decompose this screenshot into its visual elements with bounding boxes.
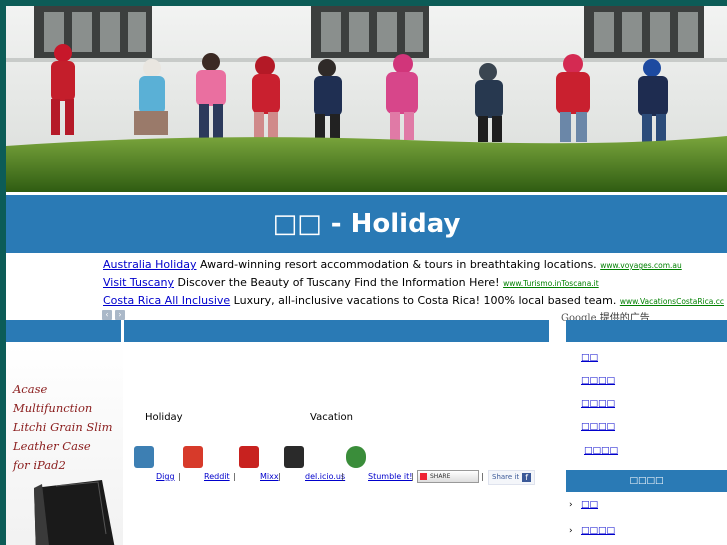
keyword-link[interactable]: Vacation	[310, 412, 353, 423]
ad-item: Costa Rica All Inclusive Luxury, all-inc…	[103, 292, 724, 310]
sidebar-nav-item[interactable]: □□□□	[581, 422, 615, 432]
product-line: Litchi Grain Slim	[13, 420, 113, 434]
product-line: Acase Multifunction	[13, 382, 93, 415]
product-line: Leather Case	[13, 439, 91, 453]
separator: |	[411, 472, 414, 481]
digg-icon[interactable]	[134, 446, 154, 468]
ad-item: Australia Holiday Award-winning resort a…	[103, 256, 682, 274]
mixx-icon[interactable]	[239, 446, 259, 468]
ipad-case-image	[34, 480, 115, 545]
sidebar-list-item[interactable]: □□	[581, 500, 598, 510]
ad-link[interactable]: Australia Holiday	[103, 258, 197, 271]
facebook-share-button[interactable]: Share it f	[488, 470, 536, 485]
sidebar-nav-item[interactable]: □□□□	[581, 399, 615, 409]
sidebar-list-item[interactable]: □□□□	[581, 526, 615, 536]
page-container: □□ - Holiday Australia Holiday Award-win…	[6, 6, 727, 545]
ad-text: Luxury, all-inclusive vacations to Costa…	[233, 294, 617, 307]
reddit-icon[interactable]	[183, 446, 203, 468]
product-ad-text: Acase Multifunction Litchi Grain Slim Le…	[13, 380, 123, 475]
product-ad[interactable]: Acase Multifunction Litchi Grain Slim Le…	[6, 344, 123, 545]
sidebar-section-header: □□□□	[566, 470, 727, 492]
ad-prev-button[interactable]: ‹	[102, 310, 112, 320]
ad-next-button[interactable]: ›	[115, 310, 125, 320]
separator: |	[278, 472, 281, 481]
left-column-header	[6, 320, 121, 342]
ad-list: Australia Holiday Award-winning resort a…	[103, 256, 724, 310]
sidebar-nav-item[interactable]: □□□□	[581, 376, 615, 386]
digg-link[interactable]: Digg	[156, 472, 175, 481]
delicious-icon[interactable]	[284, 446, 304, 468]
separator: |	[341, 472, 344, 481]
main-content: Holiday Vacation Digg | Reddit | Mixx | …	[124, 344, 554, 545]
ad-url[interactable]: www.VacationsCostaRica.cc	[620, 297, 724, 306]
sidebar-header-bar	[566, 320, 727, 342]
ad-pager: ‹ ›	[102, 310, 125, 320]
right-sidebar: □□ □□□□ □□□□ □□□□ □□□□ □□□□ › □□ › □□□□	[566, 342, 727, 545]
stumbleupon-icon[interactable]	[346, 446, 366, 468]
ad-link[interactable]: Visit Tuscany	[103, 276, 174, 289]
delicious-link[interactable]: del.icio.us	[305, 472, 345, 481]
sidebar-nav-item[interactable]: □□□□	[584, 446, 618, 456]
banner-photo	[6, 6, 727, 192]
ad-link[interactable]: Costa Rica All Inclusive	[103, 294, 230, 307]
content-header	[124, 320, 549, 342]
separator: |	[233, 472, 236, 481]
bullet-arrow-icon: ›	[569, 500, 573, 510]
addthis-plus-icon	[420, 473, 427, 480]
ad-item: Visit Tuscany Discover the Beauty of Tus…	[103, 274, 643, 292]
product-line: for iPad2	[13, 458, 66, 472]
ad-url[interactable]: www.Turismo.inToscana.it	[503, 279, 599, 288]
facebook-icon: f	[522, 473, 532, 482]
reddit-link[interactable]: Reddit	[204, 472, 230, 481]
separator: |	[481, 472, 484, 481]
ad-url[interactable]: www.voyages.com.au	[600, 261, 682, 270]
ad-text: Award-winning resort accommodation & tou…	[200, 258, 597, 271]
social-share-bar: Digg | Reddit | Mixx | del.icio.us | Stu…	[134, 446, 554, 486]
bullet-arrow-icon: ›	[569, 526, 573, 536]
keyword-link[interactable]: Holiday	[145, 412, 183, 423]
separator: |	[178, 472, 181, 481]
page-title: □□ - Holiday	[6, 195, 727, 253]
sidebar-nav-item[interactable]: □□	[581, 353, 598, 363]
ad-text: Discover the Beauty of Tuscany Find the …	[177, 276, 500, 289]
addthis-share-button[interactable]: SHARE	[417, 470, 479, 483]
stumble-link[interactable]: Stumble it!	[368, 472, 412, 481]
mixx-link[interactable]: Mixx	[260, 472, 279, 481]
